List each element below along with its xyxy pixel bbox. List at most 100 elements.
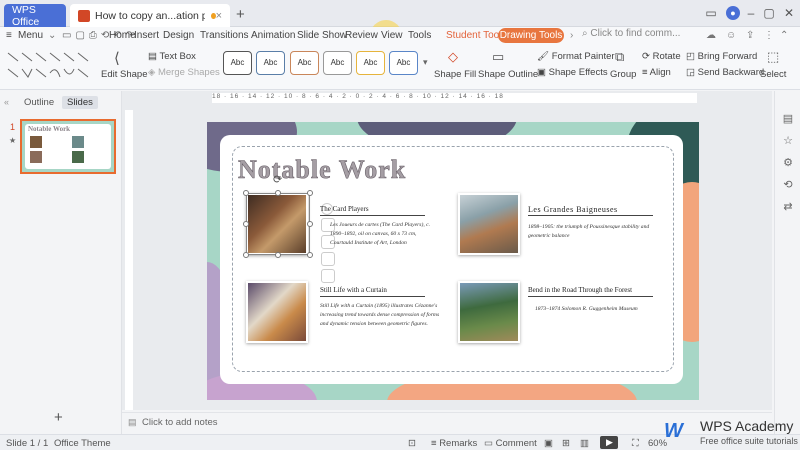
item-title-bend-in-road[interactable]: Bend in the Road Through the Forest bbox=[528, 286, 632, 294]
menu-item-design[interactable]: Design bbox=[163, 30, 194, 41]
slide-sorter-icon[interactable]: ⊞ bbox=[562, 438, 570, 449]
select-icon: ⬚ bbox=[767, 49, 780, 64]
select-button[interactable]: Select bbox=[760, 69, 786, 80]
tab-slides[interactable]: Slides bbox=[62, 96, 98, 109]
shape-style-6[interactable]: Abc bbox=[389, 51, 418, 75]
shape-gallery-icon[interactable] bbox=[6, 49, 94, 83]
shape-style-2[interactable]: Abc bbox=[256, 51, 285, 75]
tab-document-label: How to copy an...ation painter bbox=[95, 9, 205, 22]
menu-item-tools[interactable]: Tools bbox=[408, 30, 431, 41]
photo-still-life[interactable] bbox=[246, 281, 308, 343]
resize-handle[interactable] bbox=[243, 252, 249, 258]
align-button[interactable]: ≡ Align bbox=[642, 67, 671, 78]
menu-item-insert[interactable]: Insert bbox=[134, 30, 159, 41]
tab-wps-office[interactable]: WPS Office bbox=[4, 4, 66, 28]
share-panel-icon[interactable]: ⇄ bbox=[782, 201, 794, 213]
user-icon[interactable]: ☺ bbox=[726, 30, 736, 41]
account-icon[interactable]: ● bbox=[726, 6, 740, 20]
remarks-button[interactable]: ≡ Remarks bbox=[431, 438, 477, 449]
new-tab-button[interactable]: + bbox=[236, 6, 245, 23]
shape-effects-button[interactable]: ▣ Shape Effects bbox=[537, 67, 608, 78]
normal-view-icon[interactable]: ▣ bbox=[544, 438, 553, 449]
hamburger-icon[interactable]: ≡ bbox=[6, 30, 12, 41]
shape-style-1[interactable]: Abc bbox=[223, 51, 252, 75]
resize-handle[interactable] bbox=[307, 190, 313, 196]
resize-handle[interactable] bbox=[307, 252, 313, 258]
resize-handle[interactable] bbox=[307, 221, 313, 227]
bring-forward-button[interactable]: ◰ Bring Forward bbox=[686, 51, 757, 62]
menu-item-transitions[interactable]: Transitions bbox=[200, 30, 249, 41]
item-title-card-players[interactable]: The Card Players bbox=[320, 205, 369, 213]
rotate-button[interactable]: ⟳ Rotate bbox=[642, 51, 681, 62]
group-button[interactable]: Group bbox=[610, 69, 636, 80]
menu-item-review[interactable]: Review bbox=[345, 30, 378, 41]
item-desc-bend-in-road[interactable]: 1873–1874 Solomon R. Guggenheim Museum bbox=[535, 305, 655, 315]
styles-expand-icon[interactable]: ▾ bbox=[423, 57, 428, 68]
edit-shape-icon: ⟨ bbox=[114, 50, 120, 67]
fill-icon[interactable] bbox=[321, 252, 335, 266]
photo-grandes-baigneuses[interactable] bbox=[458, 193, 520, 255]
play-slideshow-button[interactable]: ▶ bbox=[600, 436, 618, 449]
menu-item-animation[interactable]: Animation bbox=[251, 30, 295, 41]
adjust-icon[interactable]: ⚙ bbox=[782, 157, 794, 169]
resize-handle[interactable] bbox=[275, 252, 281, 258]
menu-item-home[interactable]: Home bbox=[109, 30, 136, 41]
slide-title[interactable]: Notable Work bbox=[238, 155, 406, 185]
merge-shapes-button[interactable]: ◈ Merge Shapes bbox=[148, 67, 220, 78]
maximize-icon[interactable]: ▢ bbox=[762, 6, 776, 20]
item-desc-still-life[interactable]: Still Life with a Curtain (1895) illustr… bbox=[320, 302, 445, 339]
share-icon[interactable]: ⇪ bbox=[746, 30, 754, 41]
item-title-grandes-baigneuses[interactable]: Les Grandes Baigneuses bbox=[528, 205, 618, 214]
rotate-handle-icon[interactable]: ⟳ bbox=[273, 173, 282, 186]
shape-style-3[interactable]: Abc bbox=[290, 51, 319, 75]
reading-view-icon[interactable]: ▥ bbox=[580, 438, 589, 449]
group-icon: ⧉ bbox=[615, 49, 625, 64]
drawing-tools-tab[interactable]: Drawing Tools bbox=[498, 28, 564, 43]
send-backward-button[interactable]: ◲ Send Backward bbox=[686, 67, 764, 78]
shape-style-5[interactable]: Abc bbox=[356, 51, 385, 75]
resize-handle[interactable] bbox=[275, 190, 281, 196]
resize-handle[interactable] bbox=[243, 221, 249, 227]
edit-shape-button[interactable]: Edit Shape bbox=[101, 69, 147, 80]
more-icon[interactable]: ⋮ bbox=[764, 30, 774, 41]
collapse-panel-icon[interactable]: « bbox=[4, 97, 9, 107]
add-slide-button[interactable]: + bbox=[54, 409, 63, 426]
history-icon[interactable]: ⟲ bbox=[782, 179, 794, 191]
tab-outline[interactable]: Outline bbox=[24, 97, 54, 108]
tab-document[interactable]: How to copy an...ation painter × bbox=[70, 4, 230, 27]
shape-outline-button[interactable]: Shape Outline bbox=[478, 69, 538, 80]
menu-item-slide-show[interactable]: Slide Show bbox=[297, 30, 347, 41]
horizontal-ruler: 18 · 16 · 14 · 12 · 10 · 8 · 6 · 4 · 2 ·… bbox=[212, 93, 697, 103]
right-sidebar: ▤ ☆ ⚙ ⟲ ⇄ bbox=[774, 91, 800, 434]
slide-thumbnail[interactable]: Notable Work bbox=[20, 119, 116, 174]
collapse-ribbon-icon[interactable]: ⌃ bbox=[780, 30, 788, 41]
fit-window-icon[interactable]: ⛶ bbox=[632, 438, 639, 449]
item-title-still-life[interactable]: Still Life with a Curtain bbox=[320, 286, 430, 294]
menu-button[interactable]: Menu bbox=[18, 30, 43, 41]
resize-handle[interactable] bbox=[243, 190, 249, 196]
minimize-icon[interactable]: – bbox=[744, 6, 758, 20]
send-backward-icon: ◲ bbox=[686, 67, 698, 78]
autofit-icon[interactable]: ⊡ bbox=[408, 438, 416, 449]
shape-style-4[interactable]: Abc bbox=[323, 51, 352, 75]
item-desc-grandes-baigneuses[interactable]: 1898–1905: the triumph of Poussinesque s… bbox=[528, 223, 653, 242]
text-box-icon: ▤ bbox=[148, 51, 160, 62]
comment-button[interactable]: ▭ Comment bbox=[484, 438, 537, 449]
cloud-icon[interactable]: ☁ bbox=[706, 30, 716, 41]
window-layout-icon[interactable]: ▭ bbox=[704, 6, 718, 20]
command-search[interactable]: ⌕ Click to find comm... bbox=[582, 28, 692, 43]
text-box-button[interactable]: ▤ Text Box bbox=[148, 51, 196, 62]
animation-icon[interactable]: ☆ bbox=[782, 135, 794, 147]
menu-item-view[interactable]: View bbox=[381, 30, 403, 41]
format-painter-icon: 🖌 bbox=[537, 51, 552, 62]
close-window-icon[interactable]: ✕ bbox=[782, 6, 796, 20]
photo-bend-in-road[interactable] bbox=[458, 281, 520, 343]
shape-fill-button[interactable]: Shape Fill bbox=[434, 69, 476, 80]
watermark-brand: WPS Academy bbox=[700, 418, 794, 434]
format-painter-button[interactable]: 🖌 Format Painter bbox=[537, 51, 615, 62]
properties-icon[interactable]: ▤ bbox=[782, 113, 794, 125]
crop-icon[interactable] bbox=[321, 269, 335, 283]
item-desc-card-players[interactable]: Les Joueurs de cartes (The Card Players)… bbox=[330, 221, 435, 248]
scroll-right-icon[interactable]: › bbox=[570, 30, 573, 41]
close-tab-icon[interactable]: × bbox=[216, 10, 222, 22]
